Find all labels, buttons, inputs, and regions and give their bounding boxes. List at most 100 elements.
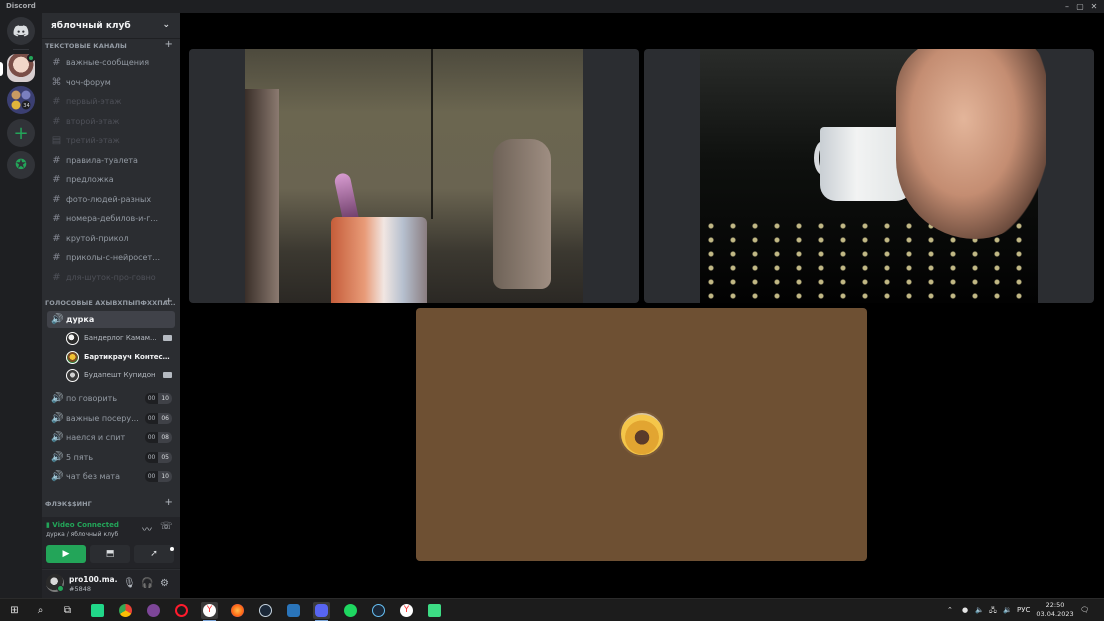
text-channel-label: для-шуток-про-говно (66, 272, 156, 282)
home-button[interactable] (7, 17, 35, 45)
speaker-icon: 🔊 (51, 314, 64, 325)
opera-icon[interactable] (173, 602, 190, 619)
spotify-icon[interactable] (342, 602, 359, 619)
create-channel-icon[interactable]: + (165, 39, 173, 50)
user-tag: #5848 (69, 585, 91, 593)
text-channel-item[interactable]: ▤ третий-этаж (47, 132, 175, 149)
video-tile[interactable] (644, 49, 1094, 303)
steam-vr-icon[interactable] (285, 602, 302, 619)
activities-button[interactable]: ➚ (134, 545, 174, 563)
category-flex[interactable]: ФЛЭК$$ИНГ + (45, 497, 177, 512)
text-channel-item[interactable]: # правила-туалета (47, 152, 175, 169)
voice-channel-item[interactable]: 🔊 наелся и спит 00 08 (47, 429, 175, 446)
tray-app-icon[interactable]: ● (962, 606, 968, 614)
category-label: ТЕКСТОВЫЕ КАНАЛЫ (45, 42, 127, 50)
text-channel-label: предложка (66, 175, 114, 184)
hash-icon: # (52, 252, 61, 263)
avatar-tile[interactable] (416, 308, 867, 561)
text-channel-item[interactable]: # приколы-с-нейросетя... (47, 249, 175, 266)
camera-button[interactable]: ▶ (46, 545, 86, 563)
text-channel-item[interactable]: # предложка (47, 171, 175, 188)
text-channel-item[interactable]: # важные-сообщения (47, 54, 175, 71)
user-count: 00 (144, 451, 159, 463)
firefox-icon[interactable] (229, 602, 246, 619)
tray-overflow-icon[interactable]: ⌃ (947, 606, 953, 614)
yandex-icon[interactable]: Y (398, 602, 415, 619)
server-folder-icon: 34 (11, 90, 31, 110)
add-server-button[interactable]: + (7, 119, 35, 147)
task-view-icon[interactable]: ⧉ (59, 602, 76, 619)
hash-icon: # (52, 232, 61, 244)
server-notification-badge (27, 54, 35, 62)
speaker-icon: 🔊 (51, 393, 64, 404)
steam-icon[interactable] (257, 602, 274, 619)
text-channel-item[interactable]: # фото-людей-разных (47, 191, 175, 208)
server-folder[interactable]: 34 (7, 86, 35, 114)
tor-browser-icon[interactable] (145, 602, 162, 619)
rules-icon: ▤ (51, 135, 62, 146)
voice-channel-active[interactable]: 🔊 дурка (47, 311, 175, 328)
search-icon[interactable]: ⌕ (32, 602, 49, 619)
yandex-browser-icon[interactable]: Y (201, 602, 218, 621)
maximize-icon[interactable]: ▢ (1073, 0, 1087, 13)
language-indicator[interactable]: РУС (1017, 606, 1030, 614)
notifications-icon[interactable]: 🗨 (1080, 606, 1089, 614)
start-icon[interactable]: ⊞ (6, 602, 23, 619)
window-title: Discord (6, 2, 36, 10)
volume-icon[interactable]: 🔈 (975, 606, 984, 614)
clock[interactable]: 22:50 03.04.2023 (1036, 601, 1074, 619)
discord-taskbar-icon[interactable] (313, 602, 330, 621)
video-feed-image (245, 49, 583, 303)
chrome-icon[interactable] (117, 602, 134, 619)
hash-icon: # (52, 271, 61, 283)
steam-icon[interactable] (370, 602, 387, 619)
username[interactable]: pro100.ma... (69, 575, 117, 584)
voice-channel-item[interactable]: 🔊 важные посеру... 00 06 (47, 410, 175, 427)
text-channel-item[interactable]: # второй-этаж (47, 113, 175, 130)
noise-suppression-icon[interactable]: 〰 (142, 521, 152, 536)
minimize-icon[interactable]: – (1060, 0, 1074, 13)
connection-location[interactable]: дурка / яблочный клуб (46, 531, 118, 538)
video-tile[interactable] (189, 49, 639, 303)
disconnect-icon[interactable]: ☏ (160, 521, 173, 532)
online-status-indicator (57, 585, 64, 592)
category-voice-channels[interactable]: ГОЛОСОВЫЕ АХЫВХПЫПФХХПА... + (45, 296, 177, 311)
user-limit: 08 (158, 432, 172, 443)
voice-user[interactable]: Бартикрауч Контестр... (66, 349, 174, 366)
user-limit-badge: 00 10 (144, 471, 172, 482)
text-channel-item[interactable]: # номера-дебилов-и-г... (47, 210, 175, 227)
category-text-channels[interactable]: ТЕКСТОВЫЕ КАНАЛЫ + (45, 39, 177, 54)
explore-servers-button[interactable]: ✪ (7, 151, 35, 179)
guild-header[interactable]: яблочный клуб ⌄ (42, 13, 180, 39)
hash-icon: # (52, 193, 61, 205)
android-studio-icon[interactable] (426, 602, 443, 619)
text-channel-item[interactable]: # первый-этаж (47, 93, 175, 110)
voice-user[interactable]: Будапешт Купидон (66, 367, 174, 384)
volume-icon[interactable]: 🔉 (1003, 606, 1012, 614)
pycharm-icon[interactable] (89, 602, 106, 619)
user-count: 00 (144, 393, 159, 404)
text-channel-item[interactable]: # крутой-прикол (47, 230, 175, 247)
screen-share-button[interactable]: ⬒ (90, 545, 130, 563)
voice-channel-item[interactable]: 🔊 5 пять 00 05 (47, 449, 175, 466)
channel-sidebar: яблочный клуб ⌄ ТЕКСТОВЫЕ КАНАЛЫ + # важн… (42, 13, 180, 598)
text-channel-item[interactable]: # для-шуток-про-говно (47, 269, 175, 286)
microphone-icon[interactable]: 🎙 (123, 578, 136, 589)
text-channel-item[interactable]: ⌘ чоч-форум (47, 74, 175, 91)
create-channel-icon[interactable]: + (165, 497, 173, 508)
category-label: ФЛЭК$$ИНГ (45, 500, 92, 508)
create-channel-icon[interactable]: + (165, 296, 173, 307)
network-icon[interactable]: 🖧 (989, 606, 997, 617)
voice-channel-item[interactable]: 🔊 по говорить 00 10 (47, 390, 175, 407)
voice-user[interactable]: Бандерлог Камам... (66, 330, 174, 347)
voice-channel-item[interactable]: 🔊 чат без мата 00 10 (47, 468, 175, 485)
plus-icon: + (13, 122, 29, 144)
video-camera-icon (163, 372, 172, 378)
title-bar: Discord – ▢ ✕ (0, 0, 1104, 13)
close-icon[interactable]: ✕ (1087, 0, 1101, 13)
text-channel-label: правила-туалета (66, 155, 138, 165)
guild-name: яблочный клуб (51, 21, 131, 31)
gear-icon[interactable]: ⚙ (160, 578, 169, 589)
hash-icon: # (52, 96, 61, 107)
headphones-icon[interactable]: 🎧 (141, 578, 153, 589)
